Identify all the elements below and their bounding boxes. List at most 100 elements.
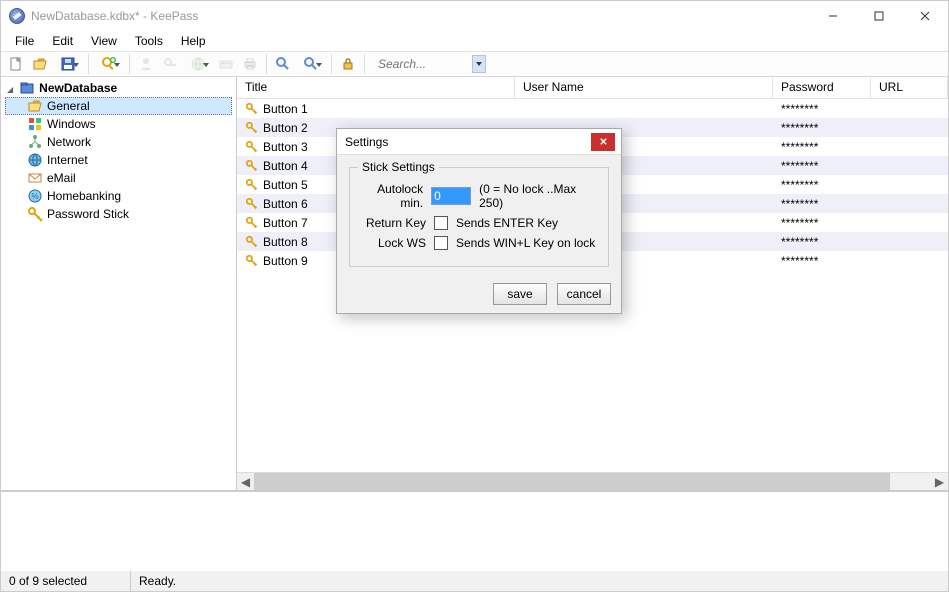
save-button[interactable]: save — [493, 283, 547, 305]
key-icon — [245, 235, 259, 249]
key-icon — [245, 178, 259, 192]
scroll-track[interactable] — [254, 473, 931, 490]
window-title: NewDatabase.kdbx* - KeePass — [31, 9, 810, 23]
entry-password: ******** — [773, 178, 871, 192]
lock-ws-label: Lock WS — [360, 236, 426, 250]
tree-item-password-stick[interactable]: Password Stick — [5, 205, 232, 223]
entry-detail-pane — [1, 491, 948, 571]
entry-title: Button 5 — [263, 178, 308, 192]
folder-open-icon — [27, 98, 43, 114]
entry-list-header: Title User Name Password URL — [237, 77, 948, 99]
find-in-icon[interactable] — [296, 53, 326, 75]
tree-item-homebanking[interactable]: % Homebanking — [5, 187, 232, 205]
dialog-close-button[interactable] — [591, 133, 615, 151]
open-url-icon[interactable] — [183, 53, 213, 75]
autolock-input[interactable] — [431, 187, 471, 205]
autolock-hint: (0 = No lock ..Max 250) — [479, 182, 598, 210]
search-dropdown-button[interactable] — [472, 55, 486, 73]
stick-settings-group: Stick Settings Autolock min. (0 = No loc… — [349, 167, 609, 267]
window-minimize-button[interactable] — [810, 2, 856, 31]
search-input[interactable] — [374, 54, 472, 74]
return-key-desc: Sends ENTER Key — [456, 216, 558, 230]
tree-item-label: eMail — [47, 171, 76, 185]
toolbar — [1, 51, 948, 77]
tree-item-label: Password Stick — [47, 207, 129, 221]
open-file-icon[interactable] — [29, 53, 51, 75]
autolock-label: Autolock min. — [360, 182, 423, 210]
entry-title: Button 2 — [263, 121, 308, 135]
tree-root[interactable]: NewDatabase — [5, 79, 232, 97]
entry-password: ******** — [773, 102, 871, 116]
add-entry-icon[interactable] — [94, 53, 124, 75]
windows-icon — [27, 116, 43, 132]
tree-item-network[interactable]: Network — [5, 133, 232, 151]
find-icon[interactable] — [272, 53, 294, 75]
lock-workspace-icon[interactable] — [337, 53, 359, 75]
return-key-checkbox[interactable] — [434, 216, 448, 230]
lock-ws-desc: Sends WIN+L Key on lock — [456, 236, 595, 250]
tree-item-label: Windows — [47, 117, 96, 131]
window-maximize-button[interactable] — [856, 2, 902, 31]
entry-password: ******** — [773, 140, 871, 154]
scroll-right-icon[interactable]: ▶ — [931, 473, 948, 490]
key-icon — [245, 254, 259, 268]
entry-row[interactable]: Button 1 ******** — [237, 99, 948, 118]
tree-item-label: Internet — [47, 153, 88, 167]
entry-title: Button 8 — [263, 235, 308, 249]
menu-edit[interactable]: Edit — [44, 32, 81, 50]
status-ready: Ready. — [131, 571, 948, 591]
mail-icon — [27, 170, 43, 186]
tree-item-windows[interactable]: Windows — [5, 115, 232, 133]
copy-password-icon[interactable] — [159, 53, 181, 75]
entry-title: Button 6 — [263, 197, 308, 211]
cancel-button[interactable]: cancel — [557, 283, 611, 305]
menu-tools[interactable]: Tools — [127, 32, 171, 50]
save-icon[interactable] — [53, 53, 83, 75]
tree-item-internet[interactable]: Internet — [5, 151, 232, 169]
settings-dialog: Settings Stick Settings Autolock min. (0… — [336, 128, 622, 314]
status-selection: 0 of 9 selected — [1, 571, 131, 591]
tree-item-label: Homebanking — [47, 189, 121, 203]
entry-title: Button 1 — [263, 102, 308, 116]
lock-ws-checkbox[interactable] — [434, 236, 448, 250]
col-url[interactable]: URL — [871, 77, 948, 98]
entry-title: Button 9 — [263, 254, 308, 268]
dialog-title: Settings — [345, 135, 591, 149]
dialog-titlebar[interactable]: Settings — [337, 129, 621, 155]
col-title[interactable]: Title — [237, 77, 515, 98]
database-icon — [19, 80, 35, 96]
copy-user-icon[interactable] — [135, 53, 157, 75]
entry-password: ******** — [773, 159, 871, 173]
toolbar-search — [374, 54, 486, 74]
tree-root-label: NewDatabase — [39, 81, 117, 95]
key-icon — [245, 159, 259, 173]
entry-title: Button 7 — [263, 216, 308, 230]
expand-caret-icon[interactable] — [7, 81, 15, 95]
app-icon — [9, 8, 25, 24]
new-file-icon[interactable] — [5, 53, 27, 75]
entry-title: Button 4 — [263, 159, 308, 173]
group-legend: Stick Settings — [358, 160, 439, 174]
col-username[interactable]: User Name — [515, 77, 773, 98]
horizontal-scrollbar[interactable]: ◀ ▶ — [237, 472, 948, 490]
col-password[interactable]: Password — [773, 77, 871, 98]
entry-password: ******** — [773, 121, 871, 135]
scroll-thumb[interactable] — [254, 473, 890, 490]
entry-title: Button 3 — [263, 140, 308, 154]
menu-help[interactable]: Help — [173, 32, 214, 50]
print-icon[interactable] — [239, 53, 261, 75]
entry-password: ******** — [773, 197, 871, 211]
tree-item-email[interactable]: eMail — [5, 169, 232, 187]
window-close-button[interactable] — [902, 2, 948, 31]
homebanking-icon: % — [27, 188, 43, 204]
menu-view[interactable]: View — [83, 32, 125, 50]
tree-item-general[interactable]: General — [5, 97, 232, 115]
key-icon — [245, 102, 259, 116]
scroll-left-icon[interactable]: ◀ — [237, 473, 254, 490]
key-icon — [245, 140, 259, 154]
autotype-icon[interactable] — [215, 53, 237, 75]
svg-text:%: % — [31, 192, 38, 201]
status-bar: 0 of 9 selected Ready. — [1, 571, 948, 591]
globe-icon — [27, 152, 43, 168]
menu-file[interactable]: File — [7, 32, 42, 50]
